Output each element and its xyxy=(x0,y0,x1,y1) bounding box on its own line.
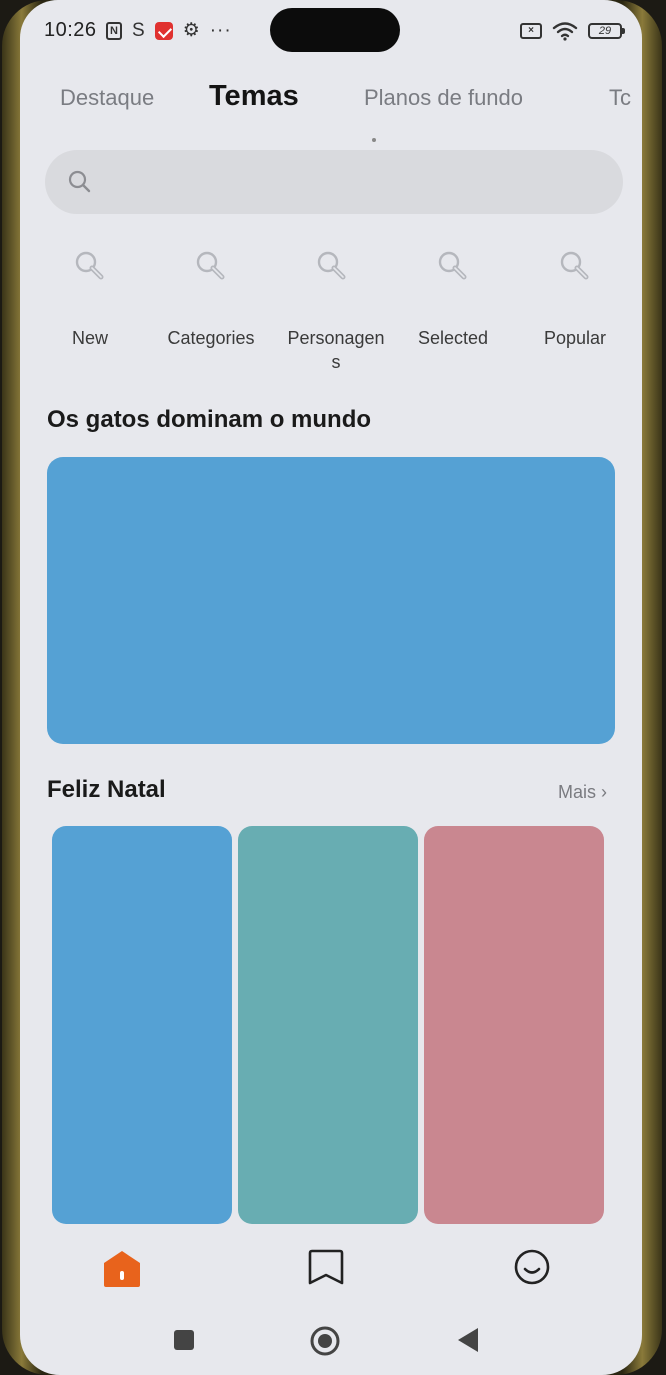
category-new[interactable]: New xyxy=(30,240,150,350)
phone-frame: 10:26 N S ⚙ ··· × 29 Destaque Temas Plan… xyxy=(2,0,662,1375)
tab-next[interactable]: Tc xyxy=(609,80,631,116)
top-tabs: Destaque Temas Planos de fundo Tc xyxy=(60,80,642,120)
magnifier-icon xyxy=(438,251,467,280)
theme-card[interactable] xyxy=(52,826,232,1224)
category-label: Personagens xyxy=(287,328,385,372)
status-time: 10:26 xyxy=(44,19,97,41)
recents-icon[interactable] xyxy=(172,1328,196,1352)
smiley-icon xyxy=(514,1249,550,1285)
magnifier-icon xyxy=(560,251,589,280)
nav-saved[interactable] xyxy=(304,1245,348,1289)
category-selected[interactable]: Selected xyxy=(393,240,513,350)
camera-notch xyxy=(270,8,400,52)
category-label: Categories xyxy=(167,328,255,348)
theme-card[interactable] xyxy=(238,826,418,1224)
section-title: Feliz Natal xyxy=(47,776,166,803)
nav-profile[interactable] xyxy=(510,1245,554,1289)
category-label: Popular xyxy=(543,328,607,348)
mail-notification-icon xyxy=(154,21,173,40)
search-bar[interactable] xyxy=(45,150,623,214)
home-button-icon[interactable] xyxy=(309,1325,341,1357)
category-personagens[interactable]: Personagens xyxy=(272,240,392,374)
category-label: New xyxy=(71,328,108,348)
screen: 10:26 N S ⚙ ··· × 29 Destaque Temas Plan… xyxy=(20,0,642,1375)
gear-icon: ⚙ xyxy=(182,20,200,41)
category-label: Selected xyxy=(417,328,489,348)
system-nav xyxy=(20,1310,642,1370)
bookmark-icon xyxy=(308,1249,344,1285)
tab-destaque[interactable]: Destaque xyxy=(60,80,154,116)
category-row: New Categories Personagens Selected Popu… xyxy=(20,240,642,380)
status-icons-right: × 29 xyxy=(520,21,625,41)
magnifier-icon xyxy=(196,251,225,280)
category-categories[interactable]: Categories xyxy=(151,240,271,350)
tab-indicator xyxy=(372,138,376,142)
nav-home[interactable] xyxy=(100,1245,144,1289)
s-icon: S xyxy=(132,19,145,41)
theme-card[interactable] xyxy=(424,826,604,1224)
nfc-icon: N xyxy=(106,21,122,40)
theme-cards xyxy=(52,826,612,1226)
more-link[interactable]: Mais › xyxy=(558,782,607,803)
section-title: Os gatos dominam o mundo xyxy=(47,406,372,433)
magnifier-icon xyxy=(75,251,104,280)
search-icon xyxy=(68,170,91,193)
category-popular[interactable]: Popular xyxy=(515,240,635,350)
status-bar: 10:26 N S ⚙ ··· × 29 xyxy=(20,0,642,62)
more-notifications-icon: ··· xyxy=(209,19,232,41)
theme-banner[interactable] xyxy=(47,457,615,744)
back-icon[interactable] xyxy=(456,1326,480,1354)
tab-temas[interactable]: Temas xyxy=(209,78,299,114)
tab-planos-de-fundo[interactable]: Planos de fundo xyxy=(364,80,523,116)
no-sim-icon: × xyxy=(520,23,542,39)
status-icons-left: N S ⚙ ··· xyxy=(106,19,232,42)
home-icon xyxy=(104,1251,140,1287)
magnifier-icon xyxy=(317,251,346,280)
battery-icon: 29 xyxy=(588,23,625,39)
bottom-nav xyxy=(20,1235,642,1305)
wifi-icon xyxy=(552,22,578,41)
